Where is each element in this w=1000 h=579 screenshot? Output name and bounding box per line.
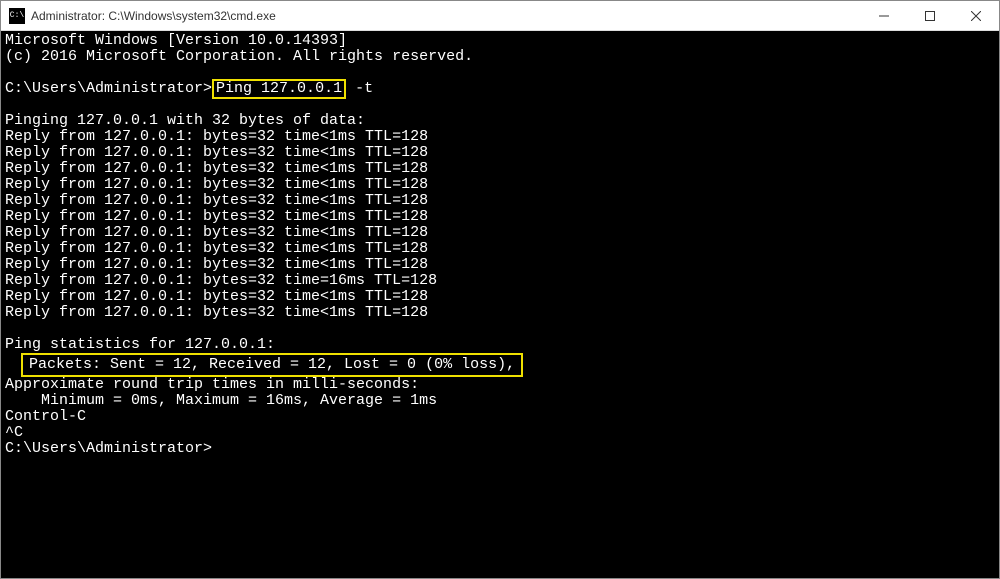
copyright-line: (c) 2016 Microsoft Corporation. All righ…: [5, 49, 995, 65]
packets-highlight: Packets: Sent = 12, Received = 12, Lost …: [21, 353, 523, 377]
reply-line: Reply from 127.0.0.1: bytes=32 time<1ms …: [5, 289, 995, 305]
window-title: Administrator: C:\Windows\system32\cmd.e…: [31, 9, 861, 23]
maximize-button[interactable]: [907, 1, 953, 31]
reply-line: Reply from 127.0.0.1: bytes=32 time<1ms …: [5, 257, 995, 273]
cmd-icon: C:\: [9, 8, 25, 24]
caret-c-line: ^C: [5, 425, 995, 441]
reply-line: Reply from 127.0.0.1: bytes=32 time<1ms …: [5, 225, 995, 241]
reply-line: Reply from 127.0.0.1: bytes=32 time<1ms …: [5, 161, 995, 177]
command-suffix: -t: [346, 80, 373, 97]
pinging-line: Pinging 127.0.0.1 with 32 bytes of data:: [5, 113, 995, 129]
reply-line: Reply from 127.0.0.1: bytes=32 time<1ms …: [5, 241, 995, 257]
blank-line: [5, 65, 995, 81]
blank-line: [5, 321, 995, 337]
reply-line: Reply from 127.0.0.1: bytes=32 time<1ms …: [5, 209, 995, 225]
window-controls: [861, 1, 999, 30]
final-prompt-line: C:\Users\Administrator>: [5, 441, 995, 457]
close-icon: [971, 11, 981, 21]
blank-line: [5, 97, 995, 113]
terminal-output[interactable]: Microsoft Windows [Version 10.0.14393](c…: [1, 31, 999, 578]
reply-line: Reply from 127.0.0.1: bytes=32 time<1ms …: [5, 145, 995, 161]
reply-line: Reply from 127.0.0.1: bytes=32 time<1ms …: [5, 305, 995, 321]
cmd-window: C:\ Administrator: C:\Windows\system32\c…: [0, 0, 1000, 579]
rtt-header-line: Approximate round trip times in milli-se…: [5, 377, 995, 393]
command-line: C:\Users\Administrator>Ping 127.0.0.1 -t: [5, 81, 995, 97]
reply-line: Reply from 127.0.0.1: bytes=32 time<1ms …: [5, 177, 995, 193]
titlebar: C:\ Administrator: C:\Windows\system32\c…: [1, 1, 999, 31]
control-c-line: Control-C: [5, 409, 995, 425]
reply-line: Reply from 127.0.0.1: bytes=32 time<1ms …: [5, 193, 995, 209]
command-highlight: Ping 127.0.0.1: [212, 79, 346, 99]
packets-line: Packets: Sent = 12, Received = 12, Lost …: [5, 353, 995, 377]
reply-line: Reply from 127.0.0.1: bytes=32 time=16ms…: [5, 273, 995, 289]
stats-header-line: Ping statistics for 127.0.0.1:: [5, 337, 995, 353]
reply-line: Reply from 127.0.0.1: bytes=32 time<1ms …: [5, 129, 995, 145]
maximize-icon: [925, 11, 935, 21]
minimize-button[interactable]: [861, 1, 907, 31]
prompt-text: C:\Users\Administrator>: [5, 80, 212, 97]
minimize-icon: [879, 11, 889, 21]
rtt-values-line: Minimum = 0ms, Maximum = 16ms, Average =…: [5, 393, 995, 409]
version-line: Microsoft Windows [Version 10.0.14393]: [5, 33, 995, 49]
close-button[interactable]: [953, 1, 999, 31]
